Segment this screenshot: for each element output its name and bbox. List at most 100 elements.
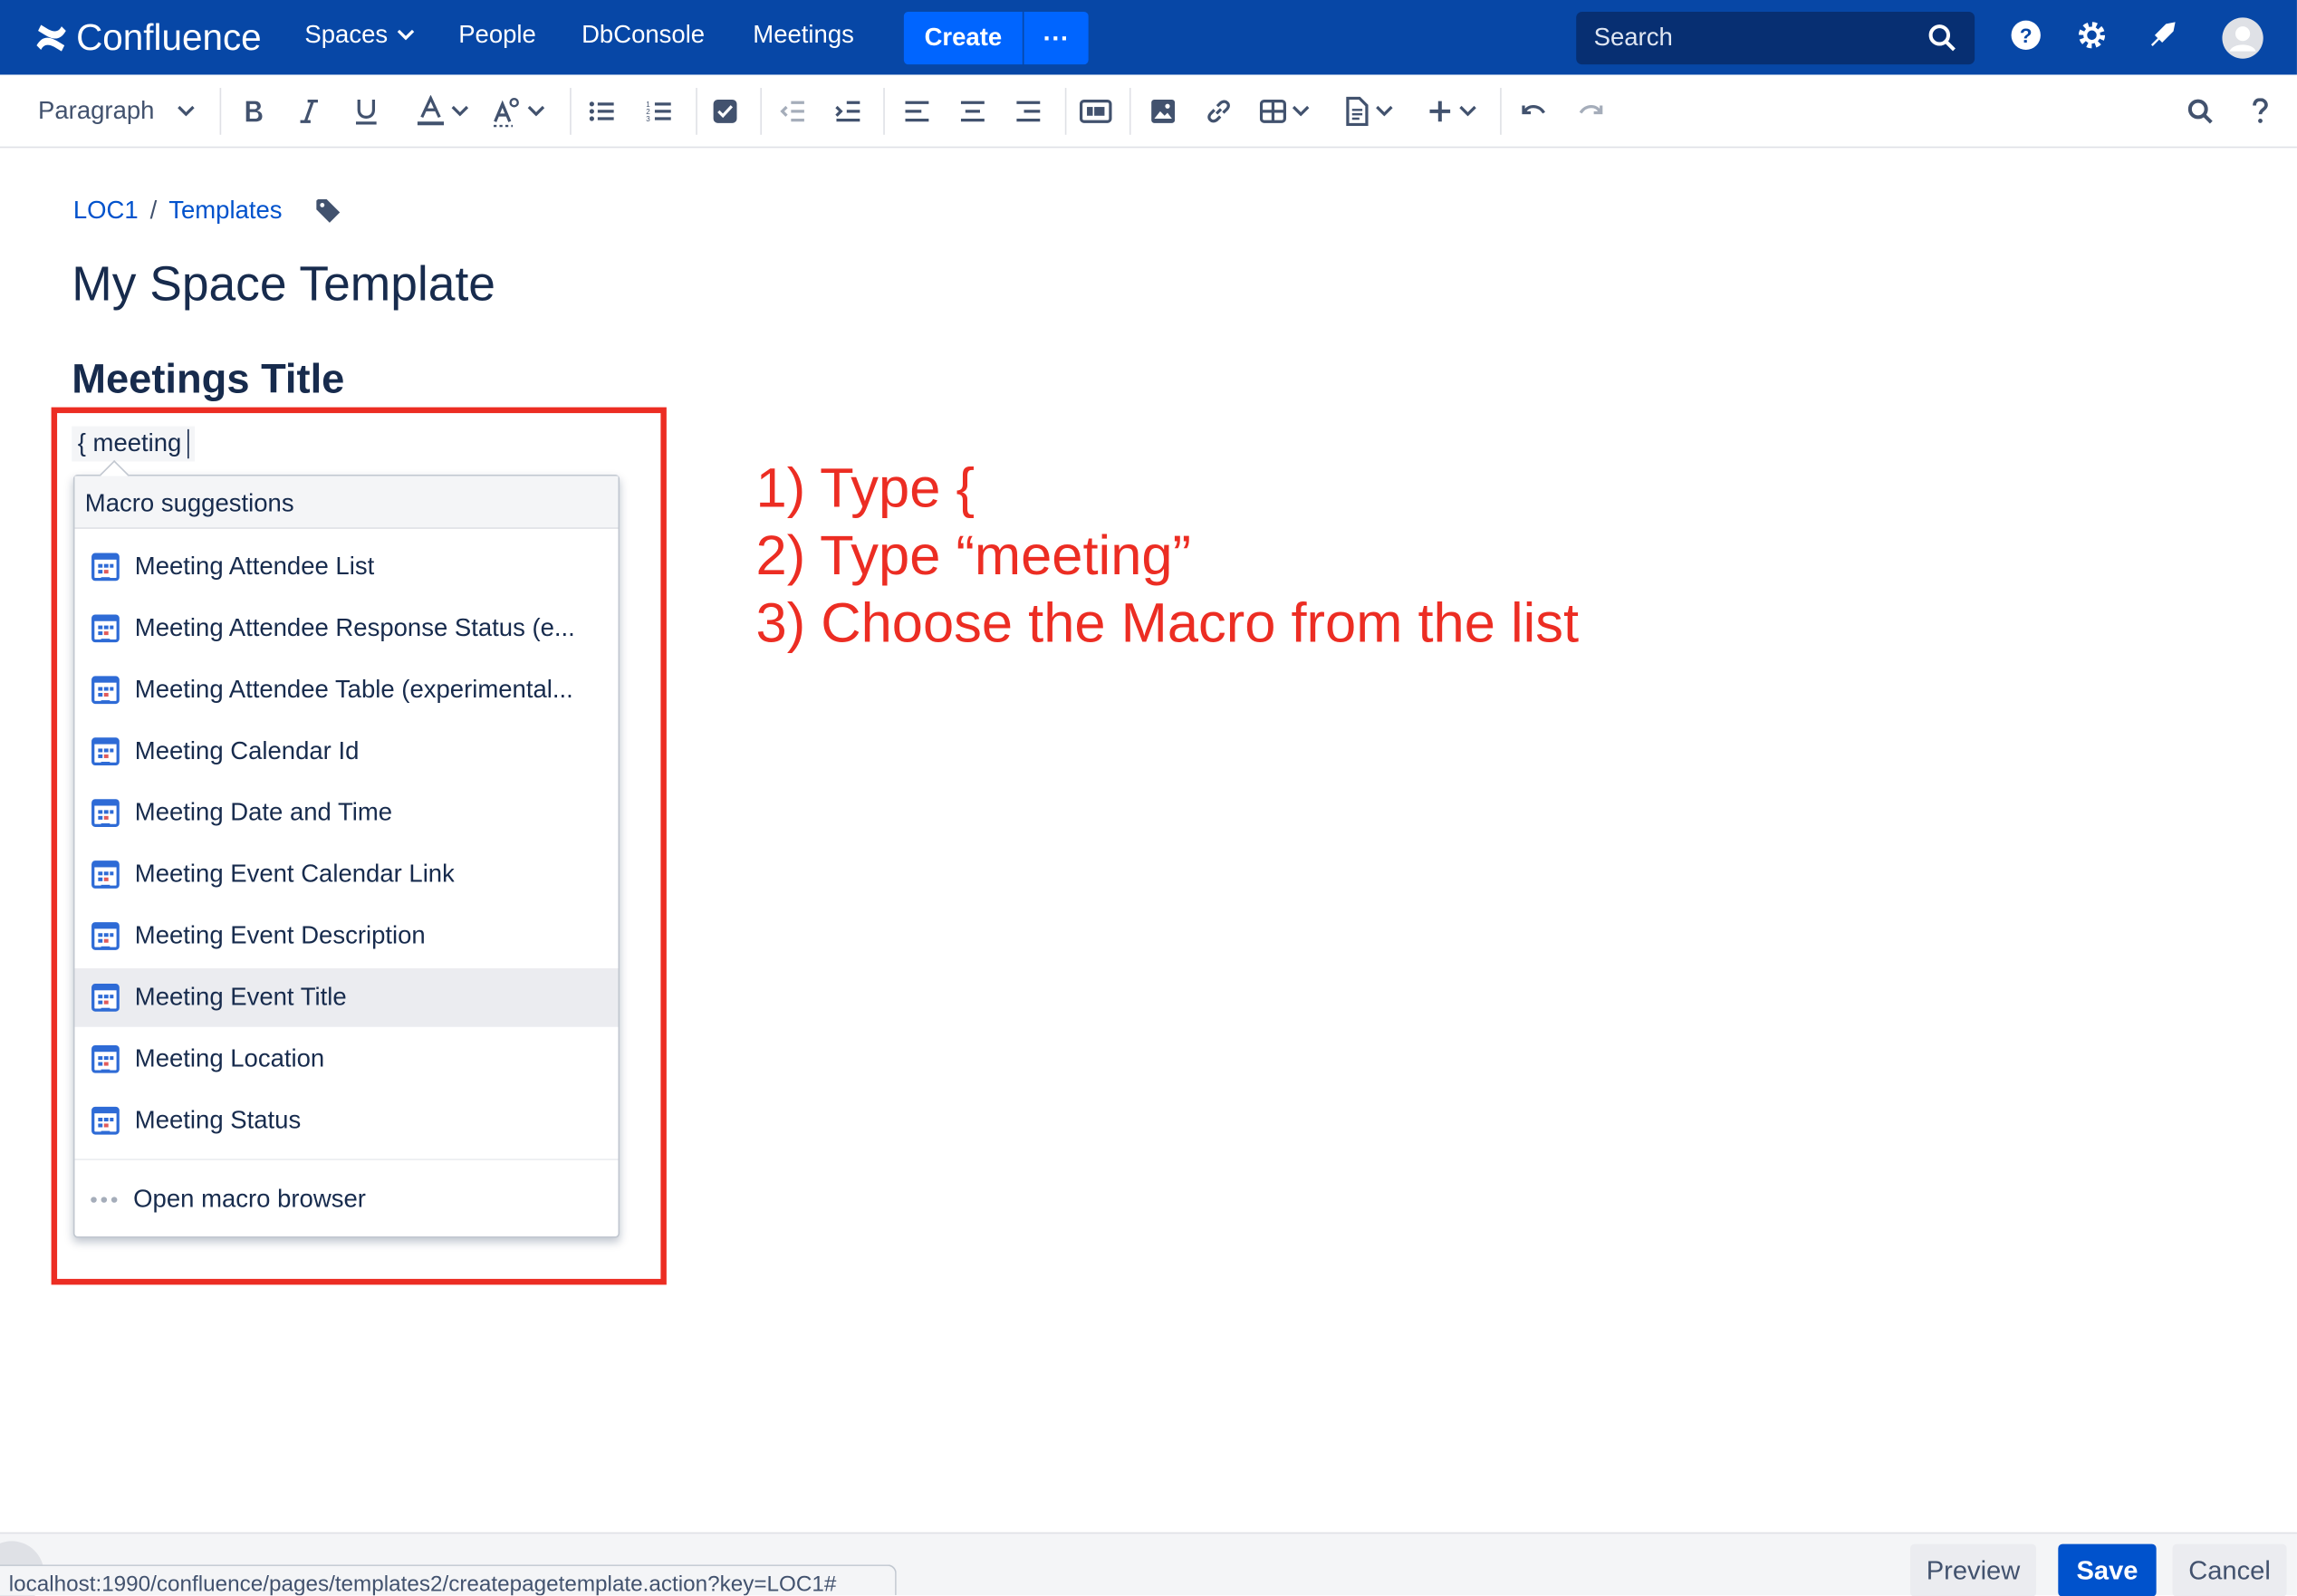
confluence-logo-icon [36,24,66,52]
search-box [1576,11,1975,65]
paragraph-style-label: Paragraph [38,96,155,125]
preview-button[interactable]: Preview [1909,1543,2037,1596]
instruction-step-2: 2) Type “meeting” [755,525,1192,588]
nav-people[interactable]: People [458,21,536,50]
table-icon [1259,99,1286,123]
text-color-icon [417,95,445,126]
toolbar-divider [570,88,572,135]
toolbar-divider [883,88,885,135]
search-icon [2187,99,2213,124]
app-root: Confluence Spaces People DbConsole Meeti… [0,0,2297,1596]
align-center-icon [960,101,985,122]
chevron-down-icon [397,29,414,41]
question-mark-icon [2253,98,2268,123]
toolbar-divider [1064,88,1067,135]
gear-icon[interactable] [2076,19,2109,52]
indent-button[interactable] [835,92,861,130]
insert-template-button[interactable] [1343,92,1393,130]
keyboard-help-button[interactable] [2252,92,2269,130]
search-icon[interactable] [1927,24,1956,53]
annotation-highlight-box [51,407,667,1285]
insert-more-button[interactable] [1427,92,1476,130]
chevron-down-icon [178,105,196,117]
text-color-button[interactable] [416,92,469,130]
more-formatting-button[interactable] [492,92,545,130]
meetings-heading[interactable]: Meetings Title [72,356,344,403]
help-icon[interactable]: ? [2010,19,2042,52]
breadcrumb-separator: / [149,196,158,225]
breadcrumb-templates-link[interactable]: Templates [168,197,282,226]
page-title[interactable]: My Space Template [72,256,495,312]
browser-status-url: localhost:1990/confluence/pages/template… [0,1564,897,1596]
viewport: Confluence Spaces People DbConsole Meeti… [0,0,2297,1596]
top-navigation: Confluence Spaces People DbConsole Meeti… [0,0,2297,75]
nav-spaces-label: Spaces [304,20,389,49]
save-button[interactable]: Save [2058,1543,2157,1596]
undo-icon [1522,105,1545,115]
redo-button[interactable] [1578,92,1604,130]
bullet-list-button[interactable] [589,92,615,130]
svg-text:?: ? [2020,24,2033,47]
product-name: Confluence [76,16,262,58]
paragraph-style-select[interactable]: Paragraph [38,92,196,130]
insert-table-button[interactable] [1259,92,1310,130]
page-layout-button[interactable] [1079,92,1112,130]
image-icon [1151,99,1176,123]
underline-icon [356,99,377,125]
align-left-icon [905,101,929,122]
insert-link-button[interactable] [1204,92,1233,130]
chevron-down-icon [527,105,545,117]
italic-icon [300,99,318,123]
breadcrumb-space-link[interactable]: LOC1 [73,197,139,226]
chevron-down-icon [1376,105,1393,117]
indent-icon [835,101,860,122]
italic-button[interactable] [299,92,320,130]
outdent-button[interactable] [779,92,805,130]
insert-image-button[interactable] [1150,92,1177,130]
numbered-list-icon: 123 [646,101,671,123]
numbered-list-button[interactable]: 123 [646,92,672,130]
toolbar-divider [219,88,222,135]
create-more-button[interactable]: ··· [1024,11,1089,65]
toolbar-divider [1500,88,1502,135]
underline-button[interactable] [353,92,380,130]
editor-toolbar: Paragraph 123 [0,74,2297,149]
outdent-icon [780,101,804,122]
find-replace-button[interactable] [2187,92,2214,130]
text-formatting-icon [494,97,519,128]
breadcrumb: LOC1 / Templates [73,197,341,226]
toolbar-divider [696,88,697,135]
align-left-button[interactable] [904,92,930,130]
nav-meetings[interactable]: Meetings [753,21,854,50]
instruction-step-3: 3) Choose the Macro from the list [755,593,1580,655]
task-list-button[interactable] [712,92,738,130]
redo-icon [1579,105,1603,115]
confluence-logo[interactable]: Confluence [35,17,262,58]
create-button[interactable]: Create [903,11,1023,65]
align-center-button[interactable] [959,92,985,130]
cancel-button[interactable]: Cancel [2172,1543,2287,1596]
document-icon [1346,96,1369,127]
layout-icon [1079,99,1112,123]
search-input[interactable] [1576,11,1928,65]
bold-button[interactable] [242,92,265,130]
notifications-icon[interactable] [2146,19,2178,52]
chevron-down-icon [1459,105,1476,117]
nav-spaces[interactable]: Spaces [304,21,414,50]
svg-text:3: 3 [646,115,650,123]
toolbar-divider [760,88,762,135]
label-tag-icon[interactable] [314,197,341,224]
bullet-list-icon [589,101,614,121]
plus-icon [1429,101,1451,122]
align-right-button[interactable] [1015,92,1042,130]
chevron-down-icon [451,105,469,117]
instruction-step-1: 1) Type { [755,458,975,521]
undo-button[interactable] [1521,92,1547,130]
nav-dbconsole[interactable]: DbConsole [581,21,705,50]
checkbox-icon [713,99,737,123]
toolbar-divider [1129,88,1131,135]
avatar[interactable] [2221,16,2265,61]
link-icon [1207,100,1230,123]
bold-icon [245,101,263,122]
chevron-down-icon [1292,105,1310,117]
